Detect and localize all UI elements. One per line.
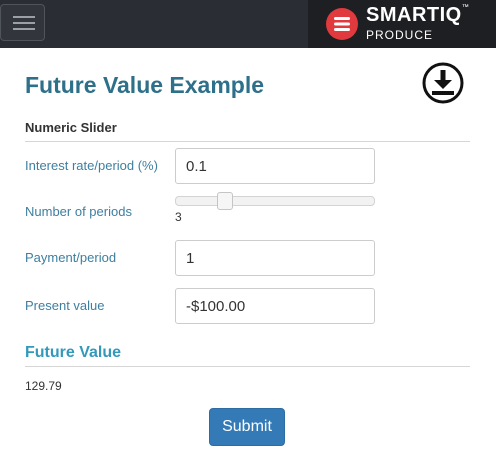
- download-icon[interactable]: [422, 62, 464, 104]
- brand-name-text: SMART: [366, 4, 440, 26]
- number-of-periods-label: Number of periods: [25, 204, 132, 219]
- result-divider: [25, 366, 470, 367]
- future-value-heading: Future Value: [25, 344, 122, 361]
- section-divider: [25, 141, 470, 142]
- page-title: Future Value Example: [25, 72, 265, 98]
- hamburger-icon-bar: [13, 16, 35, 18]
- brand-name: SMARTIQ™: [366, 4, 469, 27]
- submit-button[interactable]: Submit: [209, 408, 285, 446]
- top-navbar: SMARTIQ™ PRODUCE: [0, 0, 496, 48]
- periods-slider-value: 3: [175, 210, 182, 224]
- brand-name-accent: IQ: [439, 4, 462, 26]
- hamburger-icon-bar: [13, 22, 35, 24]
- hamburger-icon-bar: [13, 28, 35, 30]
- periods-slider-track[interactable]: [175, 196, 375, 206]
- smartiq-logo-icon: [326, 8, 358, 40]
- brand-logo[interactable]: SMARTIQ™ PRODUCE: [308, 0, 496, 48]
- periods-slider-handle[interactable]: [217, 192, 234, 210]
- interest-rate-input[interactable]: [175, 148, 375, 184]
- menu-toggle-button[interactable]: [0, 4, 45, 41]
- interest-rate-label: Interest rate/period (%): [25, 158, 158, 173]
- future-value-output: 129.79: [25, 379, 62, 393]
- present-value-label: Present value: [25, 298, 105, 313]
- brand-subtitle: PRODUCE: [366, 28, 434, 42]
- payment-period-label: Payment/period: [25, 250, 117, 265]
- payment-period-input[interactable]: [175, 240, 375, 276]
- section-label: Numeric Slider: [25, 120, 117, 135]
- trademark-mark: ™: [461, 4, 470, 11]
- present-value-input[interactable]: [175, 288, 375, 324]
